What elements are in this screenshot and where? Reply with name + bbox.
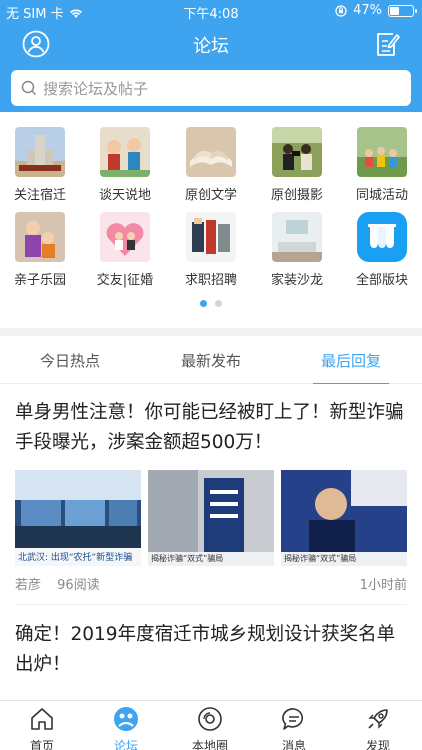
status-right: 47% — [335, 3, 417, 18]
tower-photo — [15, 127, 65, 177]
tab-today-hot[interactable]: 今日热点 — [0, 336, 140, 384]
page-indicator — [0, 300, 422, 307]
search-icon — [21, 80, 37, 96]
battery-fill — [390, 6, 400, 15]
image-caption: 揭秘诈骗“双式”骗局 — [284, 554, 357, 563]
board-label: 关注宿迁 — [13, 188, 66, 203]
compose-post-icon[interactable] — [374, 30, 400, 58]
tabbar-label: 发现 — [365, 739, 390, 750]
living-room-photo — [272, 212, 322, 262]
group-picnic-photo — [357, 127, 407, 177]
board-item-jiaoyou-zhenghun[interactable]: 交友|征婚 — [85, 212, 165, 288]
search-bar-container: 搜索论坛及帖子 — [0, 66, 422, 112]
board-item-guanzhu-suqian[interactable]: 关注宿迁 — [0, 127, 80, 203]
post-image[interactable]: 北武汉: 出现“农托”新型诈骗 — [15, 470, 141, 566]
board-item-yuanchuang-wenxue[interactable]: 原创文学 — [171, 127, 251, 203]
battery-text: 47% — [353, 3, 382, 18]
home-icon — [31, 708, 53, 730]
board-label: 全部版块 — [355, 273, 408, 288]
board-item-tongcheng-huodong[interactable]: 同城活动 — [342, 127, 422, 203]
photographers-photo — [272, 127, 322, 177]
search-placeholder: 搜索论坛及帖子 — [43, 79, 149, 98]
image-caption: 揭秘诈骗“双式”骗局 — [151, 554, 224, 563]
board-item-jiazhuang-shalong[interactable]: 家装沙龙 — [257, 212, 337, 288]
tabbar-home[interactable]: 首页 — [0, 701, 84, 750]
post-meta: 若彦 96阅读 1小时前 — [15, 574, 407, 593]
board-grid: 关注宿迁 谈天说地 原创文学 原创摄影 同城活动 亲子乐园 交友|征婚 求职招聘… — [0, 112, 422, 328]
post-author[interactable]: 若彦 — [15, 578, 41, 593]
nav-bar: 论坛 — [0, 22, 422, 66]
board-label: 原创文学 — [184, 188, 237, 203]
tab-last-reply[interactable]: 最后回复 — [313, 336, 389, 385]
couple-heart-photo — [100, 212, 150, 262]
local-circle-icon — [198, 707, 222, 731]
job-photo — [186, 212, 236, 262]
tabbar-messages[interactable]: 消息 — [252, 701, 336, 750]
divider — [15, 604, 407, 605]
search-input[interactable]: 搜索论坛及帖子 — [11, 70, 411, 106]
battery-icon — [388, 4, 417, 17]
feed-tabs: 今日热点 最新发布 最后回复 — [0, 336, 422, 385]
post-time: 1小时前 — [359, 578, 407, 593]
page-dot-1[interactable] — [200, 300, 207, 307]
open-book-photo — [186, 127, 236, 177]
tabbar-label: 本地圈 — [191, 739, 228, 750]
status-bar: 无 SIM 卡 下午4:08 47% — [0, 0, 422, 22]
board-label: 原创摄影 — [270, 188, 323, 203]
board-label: 家装沙龙 — [270, 273, 323, 288]
discover-rocket-icon — [368, 709, 388, 729]
family-photo — [15, 212, 65, 262]
tabbar-local-circle[interactable]: 本地圈 — [168, 701, 252, 750]
board-label: 交友|征婚 — [96, 273, 154, 288]
board-label: 亲子乐园 — [13, 273, 66, 288]
image-caption: 北武汉: 出现“农托”新型诈骗 — [18, 553, 133, 563]
post-reads: 96阅读 — [57, 578, 100, 593]
post-feed: 单身男性注意！你可能已经被盯上了！新型诈骗手段曝光，涉案金额超500万！ 北武汉… — [0, 384, 422, 700]
post-title[interactable]: 单身男性注意！你可能已经被盯上了！新型诈骗手段曝光，涉案金额超500万！ — [15, 398, 407, 458]
tabbar-forum[interactable]: 论坛 — [84, 701, 168, 750]
board-label: 同城活动 — [355, 188, 408, 203]
page-dot-2[interactable] — [215, 300, 222, 307]
tabbar-label: 消息 — [281, 739, 306, 750]
orientation-lock-icon — [335, 4, 347, 17]
board-item-qinzi-leyuan[interactable]: 亲子乐园 — [0, 212, 80, 288]
all-boards-icon — [357, 212, 407, 262]
board-item-yuanchuang-sheying[interactable]: 原创摄影 — [257, 127, 337, 203]
post-image[interactable]: 揭秘诈骗“双式”骗局 — [148, 470, 274, 566]
tabbar-discover[interactable]: 发现 — [336, 701, 420, 750]
page-title: 论坛 — [193, 36, 229, 57]
tabbar-label: 论坛 — [113, 739, 138, 750]
post-image[interactable]: 揭秘诈骗“双式”骗局 — [281, 470, 407, 566]
post-images: 北武汉: 出现“农托”新型诈骗 揭秘诈骗“双式”骗局 揭秘诈骗“双式”骗局 — [15, 470, 407, 566]
board-label: 谈天说地 — [98, 188, 151, 203]
tabbar-label: 首页 — [29, 739, 54, 750]
bottom-tab-bar: 首页 论坛 本地圈 消息 发现 — [0, 700, 422, 750]
board-label: 求职招聘 — [184, 273, 237, 288]
forum-icon — [114, 707, 138, 731]
board-item-tantian-shuodi[interactable]: 谈天说地 — [85, 127, 165, 203]
board-item-all[interactable]: 全部版块 — [342, 212, 422, 288]
post-title[interactable]: 确定！2019年度宿迁市城乡规划设计获奖名单出炉！ — [15, 620, 407, 680]
tab-latest[interactable]: 最新发布 — [141, 336, 281, 384]
figurines-photo — [100, 127, 150, 177]
message-icon — [282, 708, 304, 730]
board-item-qiuzhi-zhaopin[interactable]: 求职招聘 — [171, 212, 251, 288]
